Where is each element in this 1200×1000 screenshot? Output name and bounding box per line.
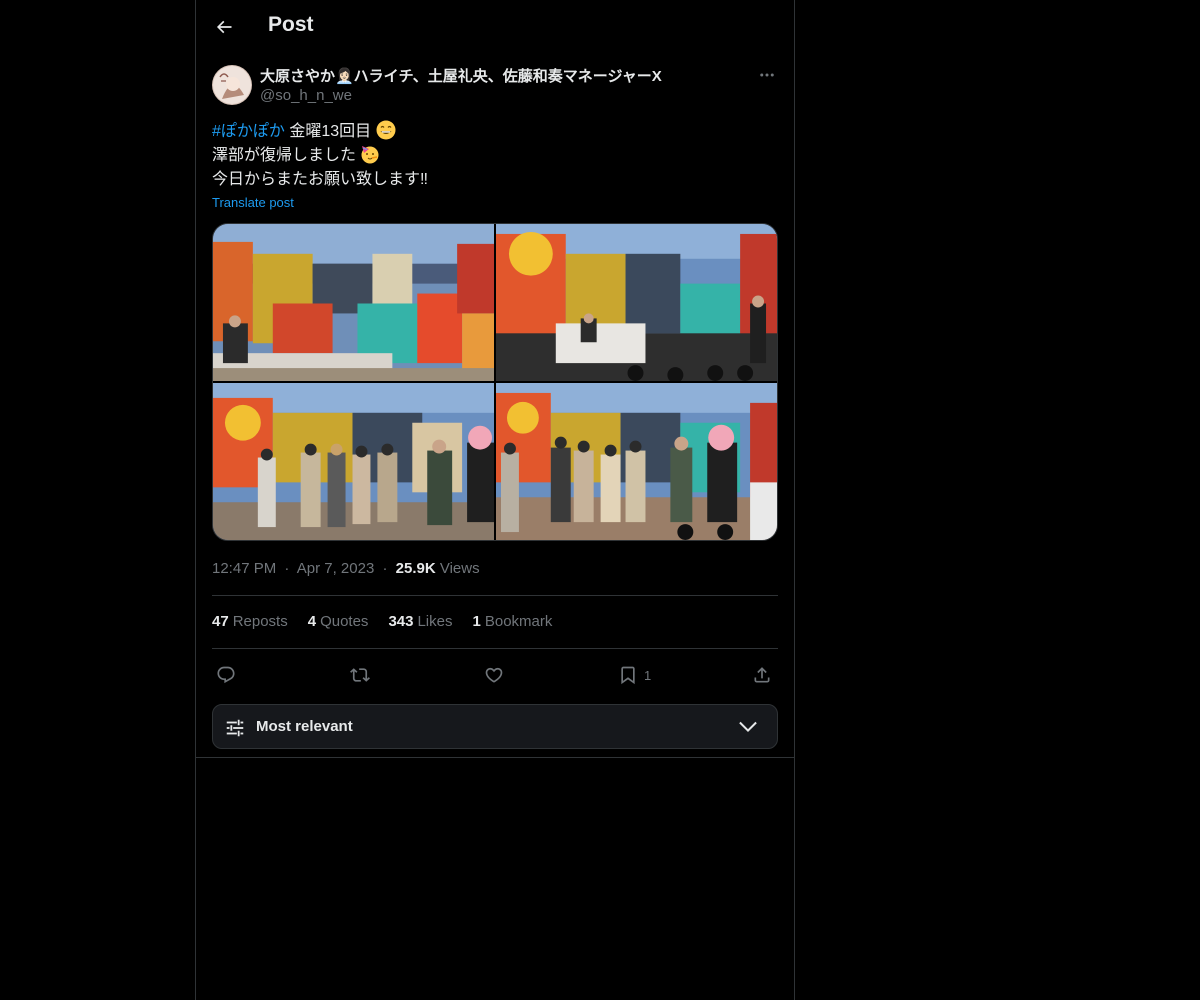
media-photo-2[interactable] — [496, 224, 777, 381]
tweet-line-1: 金曜13回目 — [284, 123, 372, 140]
user-handle[interactable]: @so_h_n_we — [260, 87, 352, 104]
chevron-down-icon — [739, 721, 757, 733]
engagement-stats: 47 Reposts 4 Quotes 343 Likes 1 Bookmark — [212, 613, 552, 630]
hashtag-link[interactable]: #ぽかぽか — [212, 123, 285, 140]
display-name[interactable]: 大原さやか👩🏻‍💼ハライチ、土屋礼央、佐藤和奏マネージャーX — [260, 65, 662, 86]
tweet-text: #ぽかぽか 金曜13回目 澤部が復帰しました 今日からまたお願い致します‼︎ — [212, 120, 778, 192]
share-icon — [754, 667, 770, 683]
like-icon — [485, 667, 503, 683]
tweet-time[interactable]: 12:47 PM — [212, 560, 276, 577]
bookmark-button[interactable]: 1 — [618, 660, 651, 690]
bookmarks-count: 1 — [472, 613, 481, 630]
page-header: Post — [196, 0, 794, 54]
meta-separator-1: · — [284, 560, 290, 577]
reposts-label: Reposts — [232, 613, 288, 630]
reply-button[interactable] — [216, 660, 236, 690]
back-button[interactable] — [208, 11, 240, 43]
tweet-meta: 12:47 PM · Apr 7, 2023 · 25.9K Views — [212, 560, 480, 577]
arrow-left-icon — [216, 20, 232, 34]
more-icon — [760, 73, 774, 77]
sliders-icon — [226, 719, 244, 737]
media-photo-4[interactable] — [496, 383, 777, 540]
divider — [212, 648, 778, 649]
translate-post-link[interactable]: Translate post — [212, 195, 294, 210]
bookmark-action-count: 1 — [644, 667, 652, 683]
repost-icon — [350, 668, 370, 682]
page-title: Post — [268, 13, 314, 36]
grinning-face-emoji-icon — [376, 120, 396, 140]
quotes-count: 4 — [307, 613, 317, 630]
reply-icon — [217, 666, 235, 684]
media-photo-3[interactable] — [213, 383, 494, 540]
tweet-line-2: 澤部が復帰しました — [212, 147, 357, 164]
bookmarks-label: Bookmark — [484, 613, 553, 630]
share-button[interactable] — [752, 660, 772, 690]
main-column: Post 大原さやか👩🏻‍💼ハライチ、土屋礼央、佐藤和奏マネージャーX @so_… — [195, 0, 795, 1000]
quotes-label: Quotes — [320, 613, 369, 630]
reposts-stat[interactable]: 47 Reposts — [212, 613, 288, 630]
likes-count: 343 — [388, 613, 414, 630]
views-count: 25.9K — [395, 560, 436, 577]
tweet-line-3: 今日からまたお願い致します‼︎ — [212, 171, 429, 188]
repost-button[interactable] — [350, 660, 370, 690]
media-grid — [212, 223, 778, 541]
quotes-stat[interactable]: 4 Quotes — [308, 613, 369, 630]
meta-separator-2: · — [382, 560, 388, 577]
divider — [212, 595, 778, 596]
bookmark-icon — [621, 666, 635, 685]
partying-face-emoji-icon — [361, 146, 379, 164]
more-options-button[interactable] — [756, 64, 778, 86]
likes-stat[interactable]: 343 Likes — [388, 613, 452, 630]
tweet-date[interactable]: Apr 7, 2023 — [297, 560, 375, 577]
likes-label: Likes — [417, 613, 453, 630]
views-label: Views — [439, 560, 480, 577]
reply-sort-dropdown[interactable]: Most relevant — [212, 704, 778, 749]
media-photo-1[interactable] — [213, 224, 494, 381]
action-bar: 1 — [212, 660, 778, 690]
sort-label: Most relevant — [256, 718, 353, 735]
divider — [196, 757, 794, 758]
bookmarks-stat[interactable]: 1 Bookmark — [473, 613, 553, 630]
avatar[interactable] — [212, 65, 252, 105]
reposts-count: 47 — [212, 613, 229, 630]
like-button[interactable] — [484, 660, 504, 690]
